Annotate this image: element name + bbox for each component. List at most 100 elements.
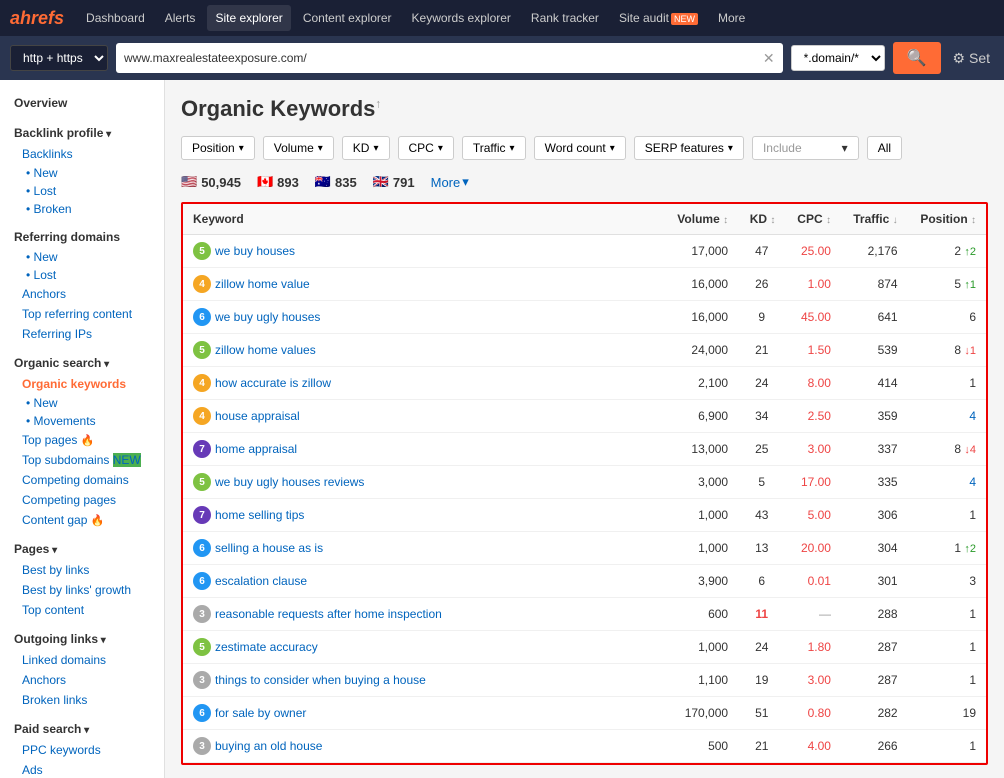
sidebar-ads[interactable]: Ads xyxy=(0,760,164,778)
word-count-filter[interactable]: Word count ▾ xyxy=(534,136,626,160)
keyword-text[interactable]: we buy ugly houses xyxy=(215,310,320,324)
th-keyword[interactable]: Keyword xyxy=(183,204,665,235)
th-traffic[interactable]: Traffic ↓ xyxy=(841,204,908,235)
keyword-text[interactable]: zestimate accuracy xyxy=(215,640,318,654)
keyword-text[interactable]: zillow home value xyxy=(215,277,310,291)
sidebar-content-gap[interactable]: Content gap 🔥 xyxy=(0,510,164,530)
sidebar-linked-domains[interactable]: Linked domains xyxy=(0,650,164,670)
keyword-text[interactable]: home selling tips xyxy=(215,508,304,522)
sidebar-paid-search[interactable]: Paid search xyxy=(0,716,164,740)
sidebar-competing-domains[interactable]: Competing domains xyxy=(0,470,164,490)
sidebar-top-referring[interactable]: Top referring content xyxy=(0,304,164,324)
sidebar-backlinks[interactable]: Backlinks xyxy=(0,144,164,164)
sidebar-organic-search[interactable]: Organic search xyxy=(0,350,164,374)
keyword-cell[interactable]: 4 house appraisal xyxy=(183,400,665,433)
sidebar-ref-domains-new[interactable]: New xyxy=(0,248,164,266)
sidebar-broken-links[interactable]: Broken links xyxy=(0,690,164,710)
settings-icon[interactable]: ⚙ Set xyxy=(949,46,994,71)
keyword-cell[interactable]: 6 we buy ugly houses xyxy=(183,301,665,334)
sidebar-backlink-profile[interactable]: Backlink profile xyxy=(0,120,164,144)
all-button[interactable]: All xyxy=(867,136,902,160)
sidebar-referring-domains[interactable]: Referring domains xyxy=(0,224,164,248)
th-kd[interactable]: KD ↕ xyxy=(738,204,785,235)
domain-pattern-select[interactable]: *.domain/* xyxy=(791,45,885,71)
keyword-cell[interactable]: 3 buying an old house xyxy=(183,730,665,763)
sidebar-backlinks-new[interactable]: New xyxy=(0,164,164,182)
keyword-cell[interactable]: 5 we buy houses xyxy=(183,235,665,268)
cpc-filter[interactable]: CPC ▾ xyxy=(398,136,454,160)
th-cpc[interactable]: CPC ↕ xyxy=(785,204,841,235)
keyword-text[interactable]: reasonable requests after home inspectio… xyxy=(215,607,442,621)
sidebar-backlinks-lost[interactable]: Lost xyxy=(0,182,164,200)
keyword-text[interactable]: home appraisal xyxy=(215,442,297,456)
include-filter[interactable]: Include ▾ xyxy=(752,136,859,160)
keyword-cell[interactable]: 6 escalation clause xyxy=(183,565,665,598)
sidebar-pages[interactable]: Pages xyxy=(0,536,164,560)
traffic-cell: 874 xyxy=(841,268,908,301)
more-flags-button[interactable]: More ▾ xyxy=(431,174,469,190)
sidebar-ref-domains-lost[interactable]: Lost xyxy=(0,266,164,284)
keyword-text[interactable]: how accurate is zillow xyxy=(215,376,331,390)
nav-site-audit[interactable]: Site auditNEW xyxy=(611,5,706,31)
url-clear-icon[interactable]: ✕ xyxy=(763,50,775,67)
sidebar-overview[interactable]: Overview xyxy=(0,90,164,114)
keyword-cell[interactable]: 3 reasonable requests after home inspect… xyxy=(183,598,665,631)
sidebar-organic-movements[interactable]: Movements xyxy=(0,412,164,430)
sidebar-outgoing-links[interactable]: Outgoing links xyxy=(0,626,164,650)
keyword-text[interactable]: selling a house as is xyxy=(215,541,323,555)
sidebar-best-by-links-growth[interactable]: Best by links' growth xyxy=(0,580,164,600)
keyword-text[interactable]: zillow home values xyxy=(215,343,316,357)
keyword-cell[interactable]: 6 for sale by owner xyxy=(183,697,665,730)
keyword-text[interactable]: we buy houses xyxy=(215,244,295,258)
nav-content-explorer[interactable]: Content explorer xyxy=(295,5,400,31)
kd-filter[interactable]: KD ▾ xyxy=(342,136,390,160)
serp-features-filter[interactable]: SERP features ▾ xyxy=(634,136,744,160)
nav-keywords-explorer[interactable]: Keywords explorer xyxy=(404,5,519,31)
nav-dashboard[interactable]: Dashboard xyxy=(78,5,153,31)
flag-gb[interactable]: 🇬🇧 791 xyxy=(373,174,415,190)
th-position[interactable]: Position ↕ xyxy=(908,204,986,235)
flag-us[interactable]: 🇺🇸 50,945 xyxy=(181,174,241,190)
sidebar-top-subdomains[interactable]: Top subdomains NEW xyxy=(0,450,164,470)
keyword-cell[interactable]: 5 zestimate accuracy xyxy=(183,631,665,664)
keyword-cell[interactable]: 4 zillow home value xyxy=(183,268,665,301)
keyword-cell[interactable]: 5 zillow home values xyxy=(183,334,665,367)
keyword-text[interactable]: house appraisal xyxy=(215,409,300,423)
keyword-cell[interactable]: 4 how accurate is zillow xyxy=(183,367,665,400)
sidebar-outgoing-anchors[interactable]: Anchors xyxy=(0,670,164,690)
nav-alerts[interactable]: Alerts xyxy=(157,5,204,31)
keyword-text[interactable]: buying an old house xyxy=(215,739,322,753)
sidebar-organic-keywords[interactable]: Organic keywords xyxy=(0,374,164,394)
traffic-filter[interactable]: Traffic ▾ xyxy=(462,136,526,160)
sidebar-backlinks-broken[interactable]: Broken xyxy=(0,200,164,218)
position-filter[interactable]: Position ▾ xyxy=(181,136,255,160)
sidebar-top-pages[interactable]: Top pages 🔥 xyxy=(0,430,164,450)
sidebar-anchors[interactable]: Anchors xyxy=(0,284,164,304)
table-row: 6 escalation clause 3,900 6 0.01 301 3 xyxy=(183,565,986,598)
keyword-cell[interactable]: 5 we buy ugly houses reviews xyxy=(183,466,665,499)
sidebar-ppc-keywords[interactable]: PPC keywords xyxy=(0,740,164,760)
keyword-cell[interactable]: 6 selling a house as is xyxy=(183,532,665,565)
flag-ca[interactable]: 🇨🇦 893 xyxy=(257,174,299,190)
sidebar-best-by-links[interactable]: Best by links xyxy=(0,560,164,580)
volume-filter[interactable]: Volume ▾ xyxy=(263,136,334,160)
keyword-text[interactable]: things to consider when buying a house xyxy=(215,673,426,687)
keyword-text[interactable]: escalation clause xyxy=(215,574,307,588)
search-button[interactable]: 🔍 xyxy=(893,42,941,74)
keyword-cell[interactable]: 7 home selling tips xyxy=(183,499,665,532)
nav-site-explorer[interactable]: Site explorer xyxy=(207,5,290,31)
sidebar-top-content[interactable]: Top content xyxy=(0,600,164,620)
nav-more[interactable]: More xyxy=(710,5,753,31)
th-volume[interactable]: Volume ↕ xyxy=(665,204,738,235)
sidebar-referring-ips[interactable]: Referring IPs xyxy=(0,324,164,344)
keyword-text[interactable]: for sale by owner xyxy=(215,706,306,720)
keyword-text[interactable]: we buy ugly houses reviews xyxy=(215,475,364,489)
sidebar-competing-pages[interactable]: Competing pages xyxy=(0,490,164,510)
flag-au[interactable]: 🇦🇺 835 xyxy=(315,174,357,190)
url-input[interactable] xyxy=(124,51,763,65)
keyword-cell[interactable]: 7 home appraisal xyxy=(183,433,665,466)
keyword-cell[interactable]: 3 things to consider when buying a house xyxy=(183,664,665,697)
nav-rank-tracker[interactable]: Rank tracker xyxy=(523,5,607,31)
protocol-select[interactable]: http + https xyxy=(10,45,108,71)
sidebar-organic-new[interactable]: New xyxy=(0,394,164,412)
